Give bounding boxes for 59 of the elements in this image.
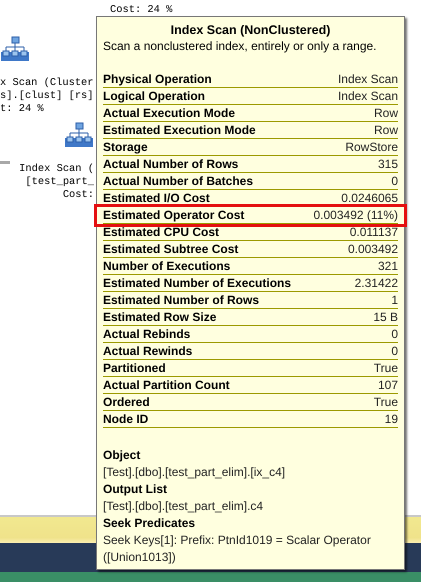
property-name: Estimated Operator Cost [103, 208, 244, 222]
property-name: Actual Number of Batches [103, 174, 254, 188]
property-name: Actual Number of Rows [103, 157, 238, 171]
node-label: t: 24 % [0, 103, 44, 116]
property-name: Actual Partition Count [103, 378, 230, 392]
property-name: Estimated Number of Executions [103, 276, 292, 290]
property-value: 107 [378, 378, 398, 392]
property-name: Node ID [103, 412, 148, 426]
property-name: Ordered [103, 395, 150, 409]
property-name: Actual Execution Mode [103, 106, 236, 120]
node-label: Cost: [62, 189, 94, 202]
property-name: Logical Operation [103, 89, 206, 103]
property-value: 0.011137 [350, 225, 398, 239]
property-name: Estimated Row Size [103, 310, 216, 324]
property-value: 0 [391, 344, 398, 358]
property-value: 321 [378, 259, 398, 273]
node-label: [test_part_ [25, 176, 94, 189]
section-heading: Output List [103, 481, 168, 498]
property-value: 2.31422 [354, 276, 398, 290]
property-name: Estimated CPU Cost [103, 225, 220, 239]
property-value: 0.003492 (11%) [313, 208, 398, 222]
property-value: 19 [384, 412, 398, 426]
property-value: Index Scan [338, 89, 398, 103]
section-heading: Object [103, 447, 142, 464]
node-label: Cost: 24 % [110, 4, 172, 17]
property-name: Actual Rebinds [103, 327, 190, 341]
section-text: [Test].[dbo].[test_part_elim].[ix_c4] [103, 464, 286, 481]
tooltip-title: Index Scan (NonClustered) [170, 22, 332, 38]
property-name: Number of Executions [103, 259, 230, 273]
property-value: 0 [391, 174, 398, 188]
property-name: Storage [103, 140, 148, 154]
section-text: [Test].[dbo].[test_part_elim].c4 [103, 498, 264, 515]
property-value: RowStore [345, 140, 398, 154]
property-value: Row [374, 123, 398, 137]
property-value: True [374, 361, 398, 375]
property-name: Estimated Execution Mode [103, 123, 256, 137]
section-heading: Seek Predicates [103, 515, 196, 532]
property-name: Estimated Subtree Cost [103, 242, 238, 256]
property-value: 315 [378, 157, 398, 171]
property-name: Physical Operation [103, 72, 212, 86]
section-text: Seek Keys[1]: Prefix: PtnId1019 = Scalar Operator ([Union1013]) [103, 532, 372, 566]
tooltip-description: Scan a nonclustered index, entirely or only a range. [103, 38, 378, 54]
property-value: Row [374, 106, 398, 120]
property-value: 1 [391, 293, 398, 307]
index-scan-icon [64, 122, 94, 148]
index-scan-icon [0, 36, 30, 62]
property-value: 0.0246065 [341, 191, 398, 205]
property-name: Actual Rewinds [103, 344, 192, 358]
property-value: Index Scan [338, 72, 398, 86]
property-value: 0 [391, 327, 398, 341]
property-name: Estimated Number of Rows [103, 293, 260, 307]
property-value: True [374, 395, 398, 409]
property-value: 15 B [373, 310, 398, 324]
node-label: Index Scan ( [19, 163, 94, 176]
property-name: Partitioned [103, 361, 166, 375]
property-value: 0.003492 [348, 242, 398, 256]
node-label: x Scan (Cluster [0, 77, 94, 90]
node-label: s].[clust] [rs] [0, 90, 94, 103]
property-name: Estimated I/O Cost [103, 191, 210, 205]
